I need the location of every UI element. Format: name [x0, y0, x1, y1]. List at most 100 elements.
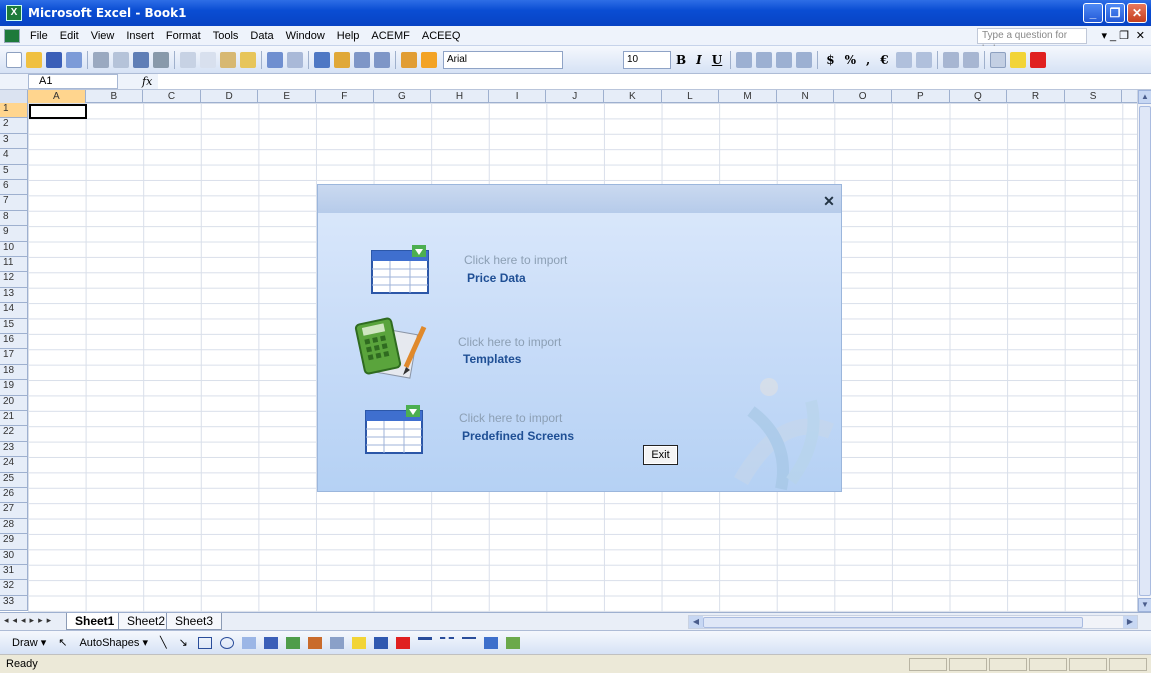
- italic-button[interactable]: I: [696, 53, 702, 67]
- templates-calculator-icon[interactable]: [354, 317, 428, 379]
- copy-icon[interactable]: [200, 51, 216, 68]
- wordart-icon[interactable]: [263, 636, 278, 649]
- font-color-icon[interactable]: [1029, 51, 1046, 68]
- help-search-input[interactable]: Type a question for help: [977, 28, 1087, 55]
- column-header-n[interactable]: N: [777, 90, 835, 103]
- permission-icon[interactable]: [66, 51, 82, 68]
- decrease-indent-icon[interactable]: [942, 51, 959, 68]
- decrease-decimal-icon[interactable]: [915, 51, 932, 68]
- column-header-g[interactable]: G: [374, 90, 432, 103]
- increase-indent-icon[interactable]: [962, 51, 979, 68]
- column-header-o[interactable]: O: [834, 90, 892, 103]
- scroll-down-arrow-icon[interactable]: ▼: [1138, 598, 1151, 612]
- horizontal-scrollbar[interactable]: ◀ ▶: [688, 615, 1138, 629]
- price-data-caption[interactable]: Click here to import: [464, 253, 567, 267]
- row-header-21[interactable]: 21: [0, 411, 28, 427]
- sort-ascending-icon[interactable]: [354, 51, 370, 68]
- align-center-icon[interactable]: [756, 51, 773, 68]
- menu-format[interactable]: Format: [160, 30, 207, 42]
- align-left-icon[interactable]: [736, 51, 753, 68]
- excel-app-icon[interactable]: X: [6, 5, 22, 21]
- formula-input[interactable]: [158, 74, 1151, 89]
- column-header-q[interactable]: Q: [950, 90, 1008, 103]
- rectangle-icon[interactable]: [197, 636, 212, 649]
- euro-button[interactable]: €: [880, 53, 888, 67]
- row-header-27[interactable]: 27: [0, 503, 28, 519]
- row-header-17[interactable]: 17: [0, 349, 28, 365]
- line-color-icon[interactable]: [373, 636, 388, 649]
- row-header-2[interactable]: 2: [0, 118, 28, 134]
- menu-aceeq[interactable]: ACEEQ: [416, 30, 467, 42]
- column-header-b[interactable]: B: [86, 90, 144, 103]
- select-objects-icon[interactable]: ↖: [58, 636, 67, 649]
- row-header-16[interactable]: 16: [0, 334, 28, 350]
- row-header-30[interactable]: 30: [0, 549, 28, 565]
- row-header-25[interactable]: 25: [0, 472, 28, 488]
- price-data-import-icon[interactable]: [370, 245, 430, 295]
- sort-descending-icon[interactable]: [374, 51, 390, 68]
- row-header-19[interactable]: 19: [0, 380, 28, 396]
- row-header-4[interactable]: 4: [0, 149, 28, 165]
- row-header-11[interactable]: 11: [0, 257, 28, 273]
- menu-view[interactable]: View: [85, 30, 121, 42]
- clip-art-icon[interactable]: [307, 636, 322, 649]
- menu-data[interactable]: Data: [244, 30, 279, 42]
- exit-button[interactable]: Exit: [643, 445, 678, 465]
- row-header-31[interactable]: 31: [0, 565, 28, 581]
- help-dropdown-icon[interactable]: ▾: [1101, 29, 1107, 42]
- menu-file[interactable]: File: [24, 30, 54, 42]
- fill-color-icon[interactable]: [1009, 51, 1026, 68]
- scroll-right-arrow-icon[interactable]: ▶: [1123, 616, 1137, 628]
- chart-wizard-icon[interactable]: [401, 51, 417, 68]
- column-header-i[interactable]: I: [489, 90, 547, 103]
- scroll-up-arrow-icon[interactable]: ▲: [1138, 90, 1151, 104]
- row-header-15[interactable]: 15: [0, 318, 28, 334]
- borders-icon[interactable]: [989, 51, 1006, 68]
- 3d-style-icon[interactable]: [505, 636, 520, 649]
- currency-button[interactable]: $: [826, 53, 834, 67]
- insert-function-icon[interactable]: fx: [142, 75, 152, 88]
- row-header-26[interactable]: 26: [0, 488, 28, 504]
- sum-icon[interactable]: [334, 51, 350, 68]
- spelling-icon[interactable]: [133, 51, 149, 68]
- minimize-button[interactable]: _: [1083, 3, 1103, 23]
- merge-center-icon[interactable]: [796, 51, 813, 68]
- format-painter-icon[interactable]: [240, 51, 256, 68]
- research-icon[interactable]: [153, 51, 169, 68]
- menu-acemf[interactable]: ACEMF: [365, 30, 416, 42]
- line-icon[interactable]: ╲: [160, 636, 167, 649]
- row-header-8[interactable]: 8: [0, 210, 28, 227]
- price-data-link[interactable]: Price Data: [467, 271, 526, 285]
- save-icon[interactable]: [46, 51, 62, 68]
- print-preview-icon[interactable]: [113, 51, 129, 68]
- column-header-p[interactable]: P: [892, 90, 950, 103]
- row-header-6[interactable]: 6: [0, 180, 28, 196]
- tab-sheet3[interactable]: Sheet3: [166, 613, 223, 630]
- row-header-22[interactable]: 22: [0, 426, 28, 442]
- row-header-29[interactable]: 29: [0, 534, 28, 550]
- restore-button[interactable]: ❐: [1105, 3, 1125, 23]
- column-header-d[interactable]: D: [201, 90, 259, 103]
- row-header-33[interactable]: 33: [0, 595, 28, 612]
- close-doc-icon[interactable]: ✕: [1136, 29, 1145, 42]
- cut-icon[interactable]: [180, 51, 196, 68]
- row-header-10[interactable]: 10: [0, 241, 28, 257]
- select-all-corner[interactable]: [0, 90, 28, 103]
- restore-doc-icon[interactable]: _ ❐: [1110, 29, 1129, 42]
- row-header-13[interactable]: 13: [0, 287, 28, 304]
- templates-caption[interactable]: Click here to import: [458, 335, 561, 349]
- font-size-select[interactable]: 10: [623, 50, 671, 69]
- row-header-12[interactable]: 12: [0, 272, 28, 288]
- predefined-screens-import-icon[interactable]: [364, 405, 424, 455]
- textbox-icon[interactable]: [241, 636, 256, 649]
- increase-decimal-icon[interactable]: [895, 51, 912, 68]
- column-header-h[interactable]: H: [431, 90, 489, 103]
- row-header-3[interactable]: 3: [0, 133, 28, 150]
- column-header-k[interactable]: K: [604, 90, 662, 103]
- column-header-a[interactable]: A: [28, 90, 86, 103]
- draw-menu-button[interactable]: Draw ▾: [12, 636, 46, 649]
- column-header-m[interactable]: M: [719, 90, 777, 103]
- predefined-screens-link[interactable]: Predefined Screens: [462, 429, 574, 443]
- drawing-icon[interactable]: [421, 51, 437, 68]
- dialog-close-icon[interactable]: ✕: [821, 193, 837, 209]
